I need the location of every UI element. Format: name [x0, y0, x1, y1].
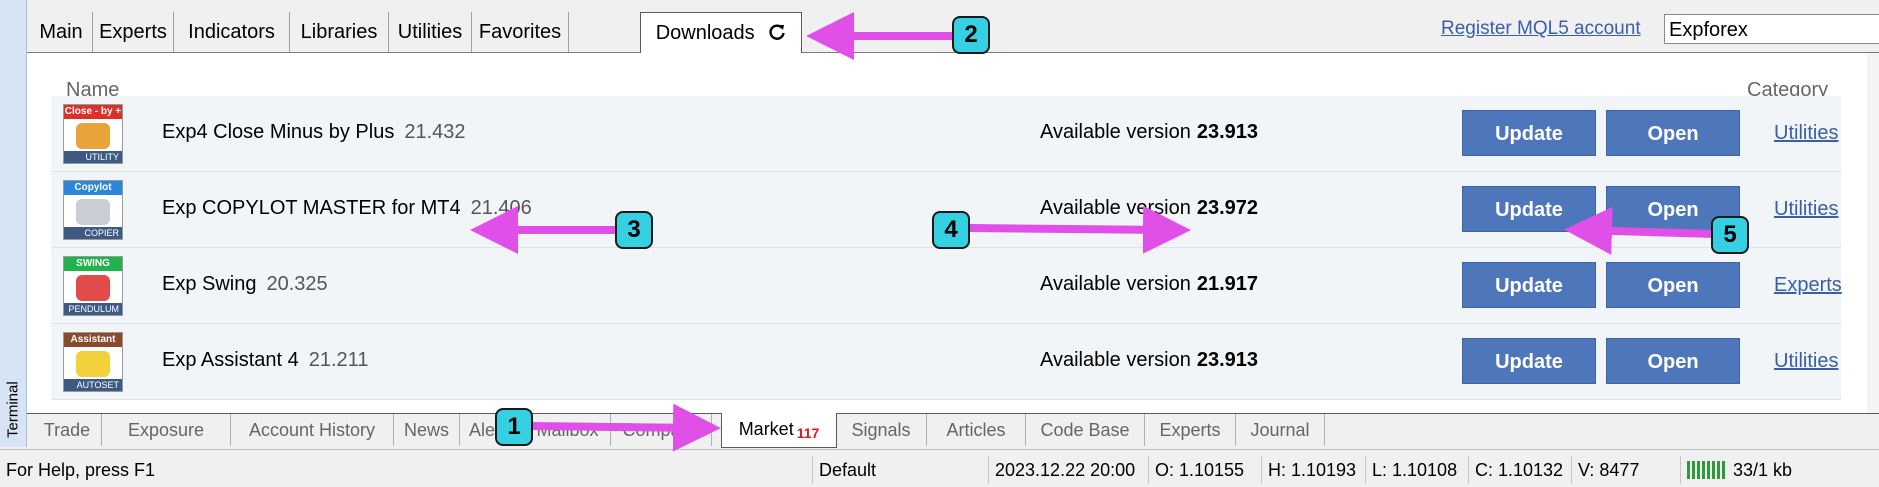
- arrow-5: [1564, 206, 1716, 255]
- arrow-1: [529, 403, 721, 452]
- annotation-number-5: 5: [1711, 216, 1749, 254]
- annotation-number-3: 3: [615, 211, 653, 249]
- annotation-number-4: 4: [932, 211, 970, 249]
- annotation-number-2: 2: [952, 16, 990, 54]
- annotation-number-1: 1: [495, 408, 533, 446]
- arrow-4: [969, 205, 1191, 254]
